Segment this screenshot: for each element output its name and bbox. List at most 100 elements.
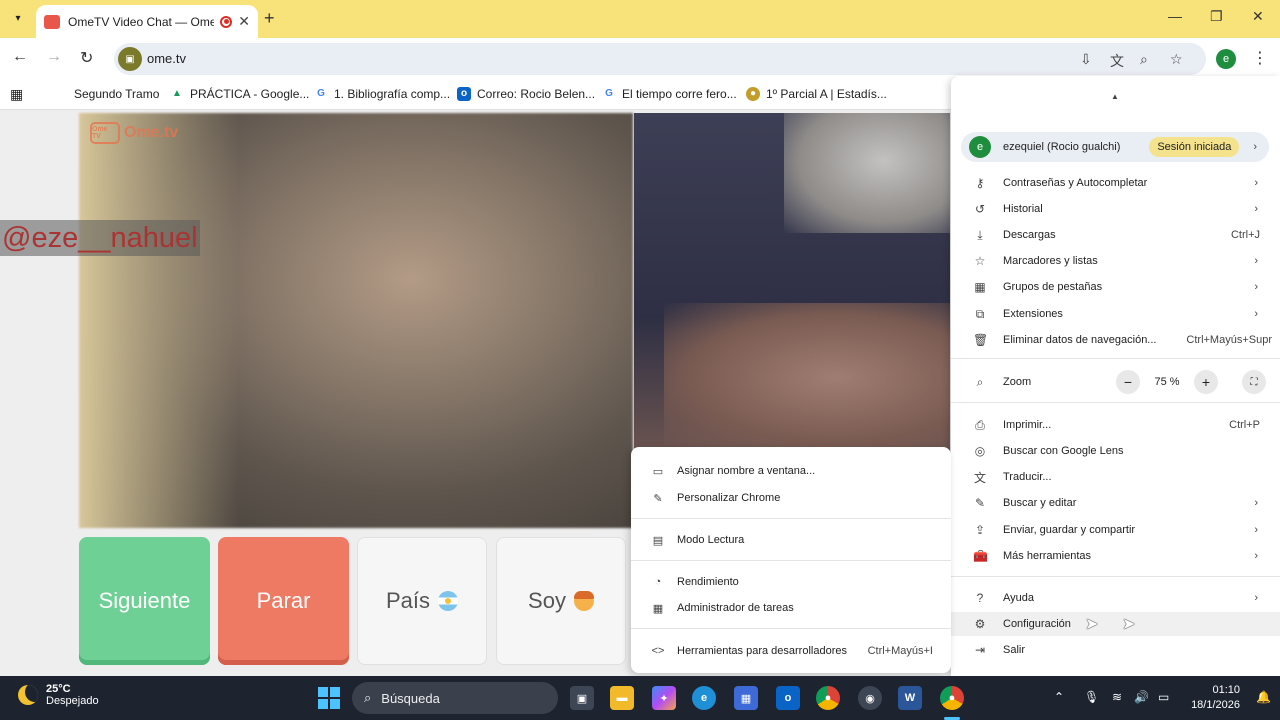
next-label: Siguiente xyxy=(98,588,191,613)
profile-row[interactable]: e ezequiel (Rocio gualchi) Sesión inicia… xyxy=(961,132,1269,162)
next-button[interactable]: Siguiente xyxy=(79,537,210,665)
file-explorer-icon[interactable]: ▬ xyxy=(610,686,634,710)
obs-icon[interactable]: ◉ xyxy=(858,686,882,710)
submenu-item-task-manager[interactable]: ▦ Administrador de tareas xyxy=(631,596,951,620)
reading-mode-icon: ▤ xyxy=(652,534,664,547)
country-button[interactable]: País xyxy=(357,537,487,665)
edge-icon[interactable]: e xyxy=(692,686,716,710)
menu-item-passwords[interactable]: ⚷ Contraseñas y Autocompletar › xyxy=(951,171,1280,195)
back-icon[interactable]: ← xyxy=(12,48,28,66)
menu-shortcut: Ctrl+J xyxy=(1230,229,1260,241)
menu-item-share[interactable]: ⇪ Enviar, guardar y compartir › xyxy=(951,518,1280,542)
menu-item-tab-groups[interactable]: ▦ Grupos de pestañas › xyxy=(951,275,1280,299)
tab-ometv[interactable]: OmeTV Video Chat — Ome ✕ xyxy=(36,5,258,38)
menu-item-help[interactable]: ? Ayuda › xyxy=(951,586,1280,610)
microphone-icon[interactable]: 🎙 xyxy=(1084,690,1099,704)
bookmark-item[interactable]: Segundo Tramo xyxy=(74,87,159,101)
zoom-icon[interactable]: ⌕ xyxy=(1140,51,1148,68)
submenu-item-name-window[interactable]: ▭ Asignar nombre a ventana... xyxy=(631,459,951,483)
bookmark-item[interactable]: G 1. Bibliografía comp... xyxy=(314,87,450,101)
window-icon: ▭ xyxy=(652,465,664,478)
install-app-icon[interactable]: ⇩ xyxy=(1080,51,1092,68)
chrome-menu-icon[interactable]: ⋮ xyxy=(1252,48,1268,68)
new-tab-button[interactable]: + xyxy=(264,8,275,29)
code-icon: <> xyxy=(651,645,665,657)
chrome-profile-icon[interactable]: ● xyxy=(940,686,964,710)
menu-item-extensions[interactable]: ⧉ Extensiones › xyxy=(951,302,1280,326)
menu-label: Configuración xyxy=(1003,618,1071,630)
menu-label: Traducir... xyxy=(1003,471,1052,483)
wifi-icon[interactable]: ≋ xyxy=(1112,690,1122,704)
menu-label: Ayuda xyxy=(1003,592,1034,604)
windows-start-icon[interactable] xyxy=(318,687,340,709)
menu-item-print[interactable]: ⎙ Imprimir... Ctrl+P xyxy=(951,413,1280,437)
volume-icon[interactable]: 🔊 xyxy=(1134,690,1149,704)
task-view-icon[interactable]: ▣ xyxy=(570,686,594,710)
close-window-icon[interactable]: ✕ xyxy=(1252,8,1264,25)
bookmark-label: El tiempo corre fero... xyxy=(622,87,737,101)
bookmark-item[interactable]: ● 1º Parcial A | Estadís... xyxy=(746,87,887,101)
exit-icon: ⇥ xyxy=(974,643,986,657)
gender-button[interactable]: Soy xyxy=(496,537,626,665)
menu-item-bookmarks[interactable]: ☆ Marcadores y listas › xyxy=(951,249,1280,273)
weather-widget[interactable]: 25°C Despejado xyxy=(18,683,99,707)
taskbar-search[interactable]: ⌕ Búsqueda xyxy=(352,682,558,714)
translate-icon[interactable]: 文 xyxy=(1110,51,1124,71)
battery-icon[interactable]: ▭ xyxy=(1158,690,1169,704)
menu-item-translate[interactable]: 文 Traducir... xyxy=(951,465,1280,489)
profile-avatar[interactable]: e xyxy=(1216,49,1236,69)
address-bar[interactable]: ▣ ome.tv ⇩ 文 ⌕ ☆ xyxy=(114,43,1206,75)
chevron-up-icon[interactable]: ⌃ xyxy=(1054,690,1064,704)
submenu-divider xyxy=(631,518,951,519)
notifications-icon[interactable]: 🔔 xyxy=(1256,690,1271,704)
submenu-item-performance[interactable]: ◔ Rendimiento xyxy=(631,570,951,594)
menu-item-clear-data[interactable]: 🗑 Eliminar datos de navegación... Ctrl+May… xyxy=(951,328,1280,352)
fullscreen-icon[interactable]: ⛶ xyxy=(1242,370,1266,394)
recording-icon xyxy=(220,15,233,28)
menu-item-history[interactable]: ↺ Historial › xyxy=(951,197,1280,221)
bookmark-item[interactable]: G El tiempo corre fero... xyxy=(602,87,737,101)
bookmark-star-icon[interactable]: ☆ xyxy=(1170,51,1183,68)
restore-icon[interactable]: ❐ xyxy=(1210,8,1223,25)
menu-item-find-edit[interactable]: ✎ Buscar y editar › xyxy=(951,491,1280,515)
clock[interactable]: 01:10 18/1/2026 xyxy=(1184,683,1240,713)
menu-item-lens[interactable]: ◎ Buscar con Google Lens xyxy=(951,439,1280,463)
menu-item-settings[interactable]: ⚙ Configuración xyxy=(951,612,1280,636)
apps-grid-icon[interactable]: ▦ xyxy=(10,86,23,103)
submenu-item-customize[interactable]: ✎ Personalizar Chrome xyxy=(631,486,951,510)
logo-text: Ome.tv xyxy=(124,124,179,141)
bookmark-item[interactable]: ▲ PRÁCTICA - Google... xyxy=(170,87,309,101)
menu-divider xyxy=(951,402,1280,403)
outlook-icon[interactable]: o xyxy=(776,686,800,710)
forward-icon[interactable]: → xyxy=(46,48,62,66)
word-icon[interactable]: W xyxy=(898,686,922,710)
menu-item-more-tools[interactable]: 🧰 Más herramientas › xyxy=(951,544,1280,568)
chevron-right-icon: › xyxy=(1254,550,1258,562)
chrome-icon[interactable]: ● xyxy=(816,686,840,710)
submenu-item-reading-mode[interactable]: ▤ Modo Lectura xyxy=(631,528,951,552)
bookmark-label: 1. Bibliografía comp... xyxy=(334,87,451,101)
copilot-icon[interactable]: ✦ xyxy=(652,686,676,710)
submenu-label: Rendimiento xyxy=(677,576,739,588)
submenu-shortcut: Ctrl+Mayús+I xyxy=(867,645,933,657)
site-info-icon[interactable]: ▣ xyxy=(118,47,142,71)
tab-search-chevron-icon[interactable]: ▾ xyxy=(8,8,28,28)
menu-item-exit[interactable]: ⇥ Salir xyxy=(951,638,1280,662)
moodle-icon: ● xyxy=(746,87,760,101)
bookmark-item[interactable]: o Correo: Rocio Belen... xyxy=(457,87,595,101)
close-tab-icon[interactable]: ✕ xyxy=(238,13,250,30)
reload-icon[interactable]: ↻ xyxy=(80,48,93,68)
download-icon: ⤓ xyxy=(977,227,983,242)
chevron-right-icon: › xyxy=(1254,497,1258,509)
mouse-cursor-icon: ➤ xyxy=(1122,616,1136,633)
url-text[interactable]: ome.tv xyxy=(147,51,186,66)
zoom-in-button[interactable]: + xyxy=(1194,370,1218,394)
menu-item-downloads[interactable]: ⤓ Descargas Ctrl+J xyxy=(951,223,1280,247)
zoom-out-button[interactable]: − xyxy=(1116,370,1140,394)
submenu-item-devtools[interactable]: <> Herramientas para desarrolladores Ctrl+… xyxy=(631,639,951,663)
minimize-icon[interactable]: — xyxy=(1168,8,1182,24)
gender-label: Soy xyxy=(528,588,566,613)
stop-button[interactable]: Parar xyxy=(218,537,349,665)
trash-icon: 🗑 xyxy=(973,333,989,347)
store-icon[interactable]: ▦ xyxy=(734,686,758,710)
